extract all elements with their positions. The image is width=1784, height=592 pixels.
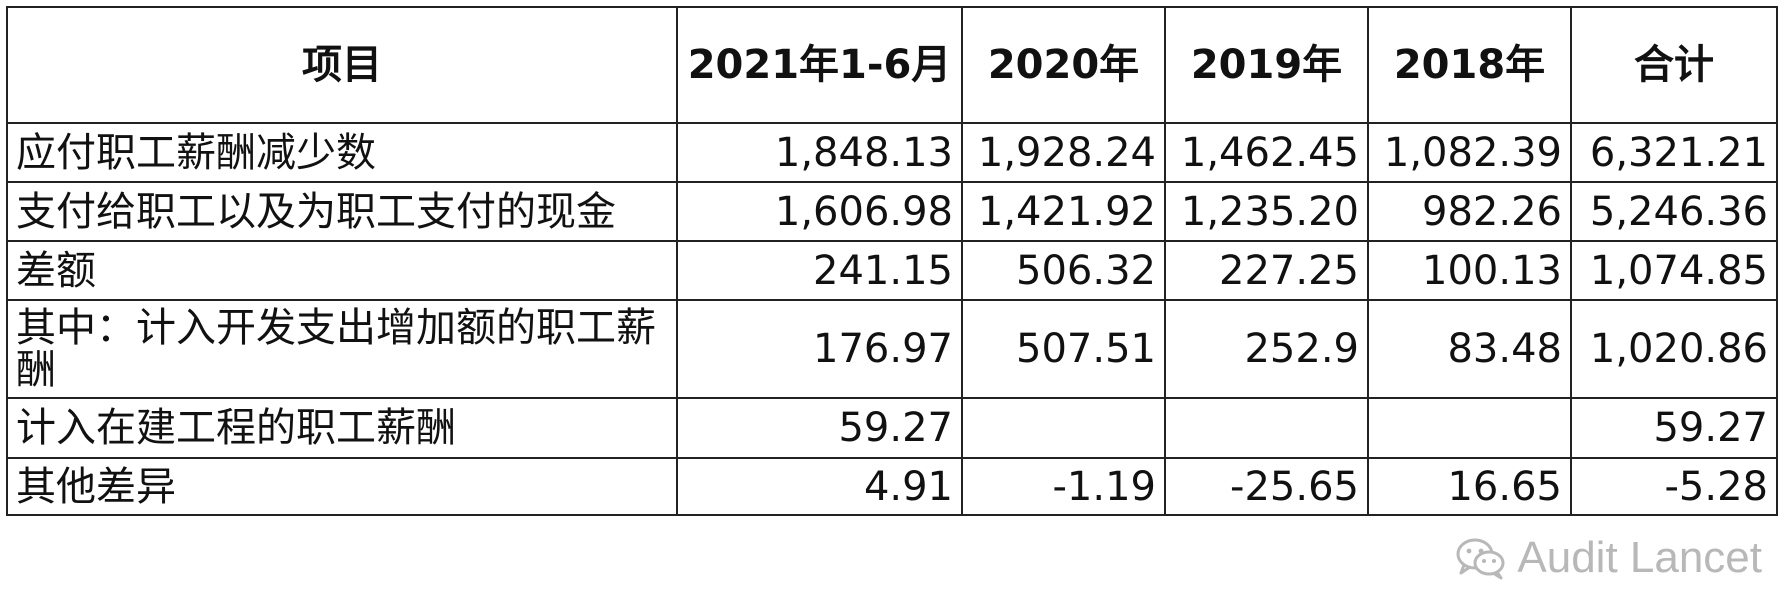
cell-value: -5.28 [1570,457,1778,516]
cell-value: 6,321.21 [1570,122,1778,183]
cell-value: 59.27 [676,397,963,459]
cell-value: 5,246.36 [1570,181,1778,242]
row-label: 差额 [6,240,678,301]
cell-value: 100.13 [1367,240,1572,301]
watermark: Audit Lancet [1455,528,1762,588]
cell-value: 176.97 [676,299,963,399]
cell-value: 1,074.85 [1570,240,1778,301]
table-row: 差额 241.15 506.32 227.25 100.13 1,074.85 [6,240,1778,301]
header-row: 项目 2021年1-6月 2020年 2019年 2018年 合计 [6,6,1778,124]
cell-value [1164,397,1369,459]
cell-value: 1,082.39 [1367,122,1572,183]
cell-value: -25.65 [1164,457,1369,516]
cell-value: 1,421.92 [961,181,1166,242]
cell-value: 252.9 [1164,299,1369,399]
header-total: 合计 [1570,6,1778,124]
cell-value: 506.32 [961,240,1166,301]
cell-value: 1,848.13 [676,122,963,183]
table-row: 应付职工薪酬减少数 1,848.13 1,928.24 1,462.45 1,0… [6,122,1778,183]
table-row: 计入在建工程的职工薪酬 59.27 59.27 [6,397,1778,459]
cell-value: 1,235.20 [1164,181,1369,242]
cell-value: 1,020.86 [1570,299,1778,399]
cell-value: -1.19 [961,457,1166,516]
cell-value: 83.48 [1367,299,1572,399]
table-row: 支付给职工以及为职工支付的现金 1,606.98 1,421.92 1,235.… [6,181,1778,242]
header-2019: 2019年 [1164,6,1369,124]
header-2021h1: 2021年1-6月 [676,6,963,124]
header-2018: 2018年 [1367,6,1572,124]
row-label: 其中：计入开发支出增加额的职工薪酬 [6,299,678,399]
row-label: 支付给职工以及为职工支付的现金 [6,181,678,242]
cell-value: 982.26 [1367,181,1572,242]
cell-value: 227.25 [1164,240,1369,301]
cell-value: 59.27 [1570,397,1778,459]
cell-value: 1,606.98 [676,181,963,242]
cell-value: 1,928.24 [961,122,1166,183]
header-2020: 2020年 [961,6,1166,124]
table-row: 其中：计入开发支出增加额的职工薪酬 176.97 507.51 252.9 83… [6,299,1778,399]
row-label: 其他差异 [6,457,678,516]
table-row: 其他差异 4.91 -1.19 -25.65 16.65 -5.28 [6,457,1778,516]
header-item: 项目 [6,6,678,124]
row-label: 应付职工薪酬减少数 [6,122,678,183]
wechat-icon [1455,536,1507,580]
watermark-text: Audit Lancet [1517,533,1762,582]
financial-table: 项目 2021年1-6月 2020年 2019年 2018年 合计 应付职工薪酬… [6,6,1778,516]
cell-value [961,397,1166,459]
cell-value: 16.65 [1367,457,1572,516]
cell-value: 4.91 [676,457,963,516]
cell-value [1367,397,1572,459]
cell-value: 1,462.45 [1164,122,1369,183]
cell-value: 241.15 [676,240,963,301]
cell-value: 507.51 [961,299,1166,399]
row-label: 计入在建工程的职工薪酬 [6,397,678,459]
